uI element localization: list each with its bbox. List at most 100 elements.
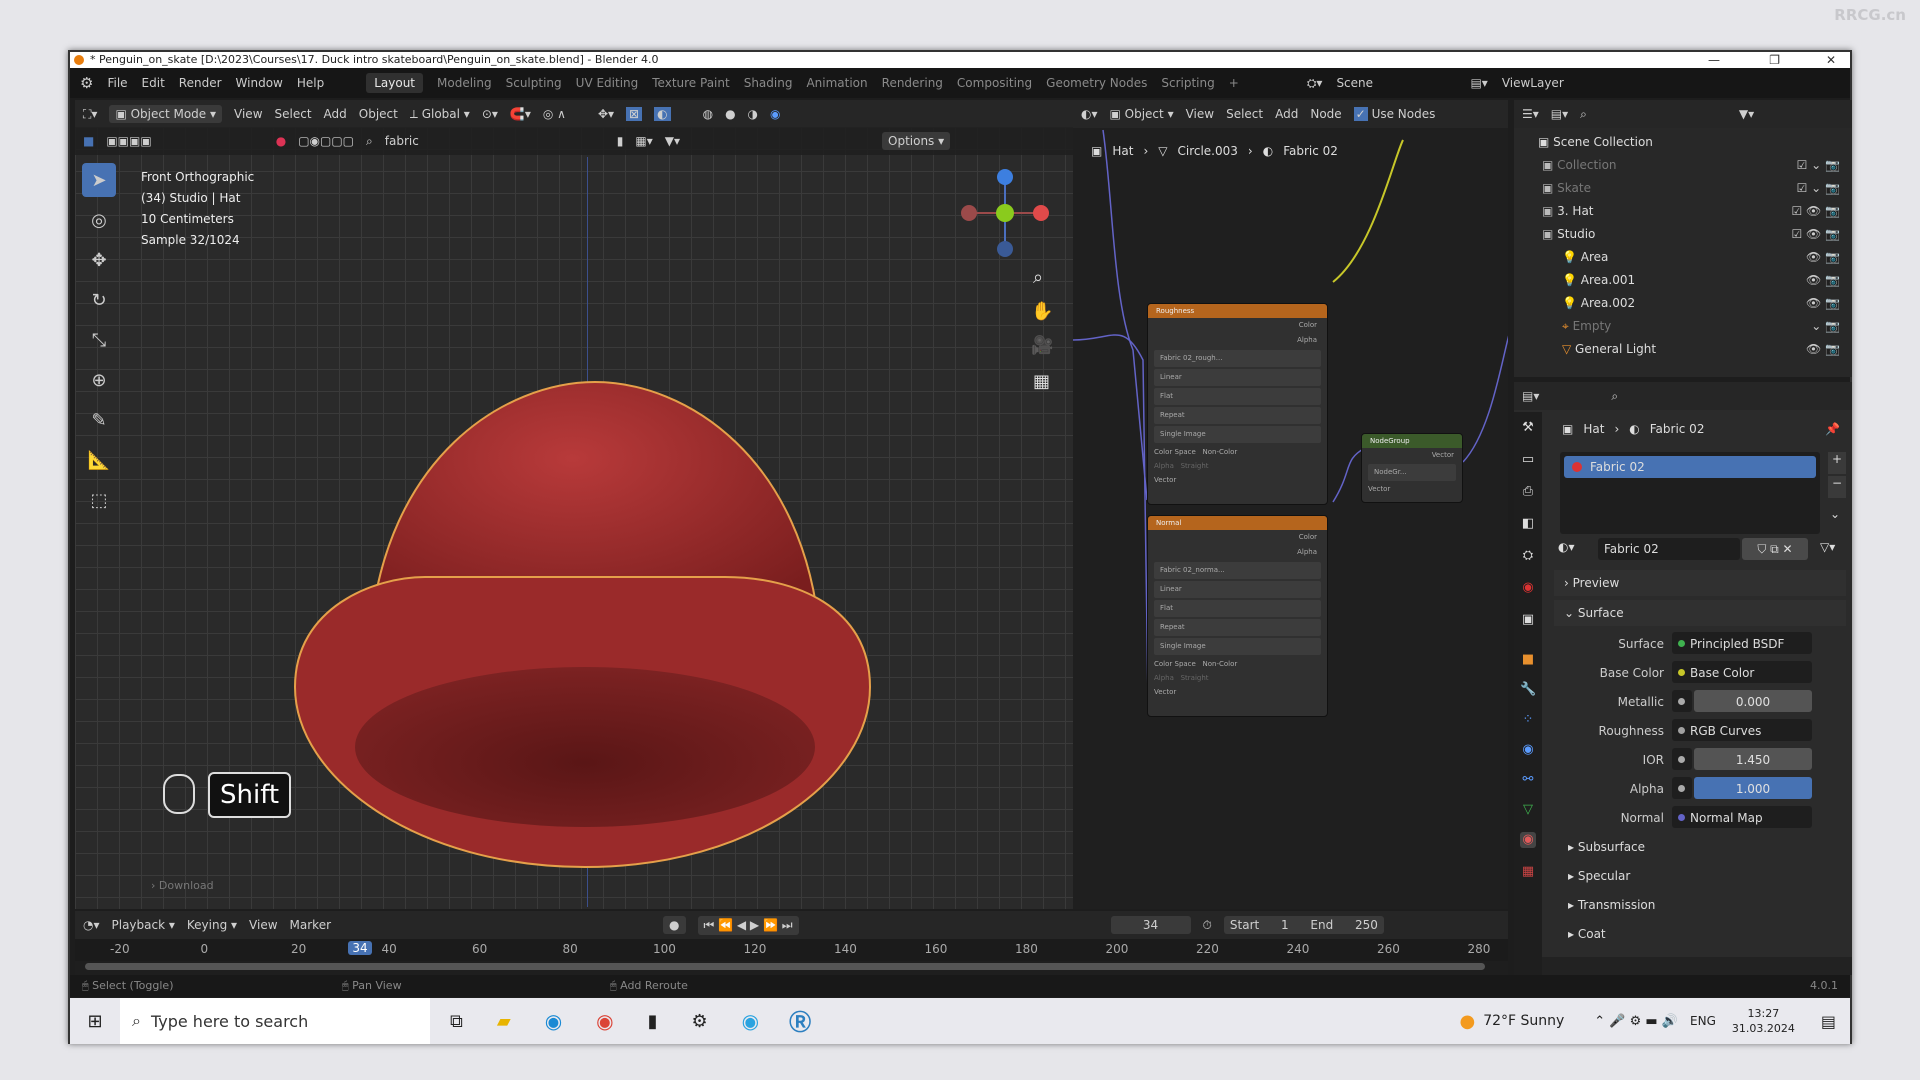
display-mode-icon[interactable]: ▤▾ — [1551, 107, 1568, 121]
output-color[interactable]: Color — [1148, 318, 1317, 333]
timeline-type-icon[interactable]: ◔▾ — [83, 918, 100, 932]
view-layer-icon[interactable]: ▤▾ — [1470, 76, 1487, 90]
property-number-field[interactable]: 1.450 — [1694, 748, 1812, 770]
visibility-toggles[interactable]: ☑ 👁 📷 — [1791, 200, 1840, 223]
outliner-item[interactable]: ⌖ Empty ⌄ 📷 — [1514, 315, 1852, 338]
view-layer-selector[interactable]: ViewLayer — [1502, 76, 1564, 90]
material-actions[interactable]: ⛉ ⧉ ✕ — [1742, 538, 1808, 560]
menu-window[interactable]: Window — [236, 76, 283, 90]
data-tab-icon[interactable]: ▽ — [1520, 802, 1536, 818]
menu-render[interactable]: Render — [179, 76, 222, 90]
outliner-filter-icon[interactable]: ▼▾ — [1739, 107, 1754, 121]
select-box-icon[interactable]: ■ — [83, 134, 94, 148]
zoom-icon[interactable]: ⌕ — [1033, 267, 1043, 288]
collection-tab-icon[interactable]: ▣ — [1520, 612, 1536, 628]
select-tool-icon[interactable]: ➤ — [82, 163, 116, 197]
annotate-tool-icon[interactable]: ✎ — [82, 403, 116, 437]
outliner-item[interactable]: ▣ Studio ☑ 👁 📷 — [1514, 223, 1852, 246]
blender-menu-icon[interactable]: ⚙ — [80, 74, 93, 92]
scene-selector[interactable]: Scene — [1336, 76, 1456, 90]
tab-rendering[interactable]: Rendering — [882, 76, 943, 90]
tab-animation[interactable]: Animation — [806, 76, 867, 90]
properties-type-icon[interactable]: ▤▾ — [1522, 389, 1539, 403]
keying-menu[interactable]: Keying ▾ — [187, 918, 237, 932]
outliner-search-icon[interactable]: ⌕ — [1580, 107, 1587, 122]
outliner-item[interactable]: ▣ Skate ☑ ⌄ 📷 — [1514, 177, 1852, 200]
material-tab-icon[interactable]: ◉ — [1520, 832, 1536, 848]
file-explorer-icon[interactable]: ▰ — [497, 1011, 511, 1032]
color-space-select[interactable]: Non-Color — [1203, 660, 1238, 668]
output-vector[interactable]: Vector — [1362, 448, 1462, 462]
tab-layout[interactable]: Layout — [366, 73, 424, 93]
clock[interactable]: 13:27 31.03.2024 — [1732, 1006, 1795, 1036]
orientation-selector[interactable]: ⟂ Global ▾ — [410, 107, 470, 122]
playback-menu[interactable]: Playback ▾ — [112, 918, 175, 932]
image-texture-node-roughness[interactable]: Roughness Color Alpha Fabric 02_rough... … — [1147, 303, 1328, 505]
edge-icon[interactable]: ◉ — [545, 1009, 562, 1033]
viewport-menu-object[interactable]: Object — [359, 107, 398, 121]
display-icon[interactable]: ▦▾ — [635, 134, 652, 148]
close-button[interactable]: ✕ — [1826, 52, 1836, 68]
tab-uv-editing[interactable]: UV Editing — [576, 76, 639, 90]
windows-start-icon[interactable]: ⊞ — [70, 1011, 120, 1032]
object-tab-icon[interactable]: ■ — [1520, 652, 1536, 668]
viewport-menu-view[interactable]: View — [234, 107, 262, 121]
interpolation-select[interactable]: Linear — [1154, 369, 1321, 386]
playback-controls[interactable]: ⏮ ⏪ ◀ ▶ ⏩ ⏭ — [697, 915, 799, 935]
subpanel-specular[interactable]: ▸ Specular — [1554, 864, 1844, 888]
add-cube-tool-icon[interactable]: ⬚ — [82, 483, 116, 517]
ortho-grid-icon[interactable]: ▦ — [1033, 371, 1050, 392]
playhead[interactable]: 34 — [348, 941, 372, 955]
tab-modeling[interactable]: Modeling — [437, 76, 492, 90]
tool-tab-icon[interactable]: ⚒ — [1520, 420, 1536, 436]
material-name-field[interactable]: Fabric 02 — [1598, 538, 1740, 560]
shader-node-editor[interactable]: ◐▾ ▣ Object ▾ View Select Add Node ✓ Use… — [1073, 100, 1508, 909]
material-preview-icon[interactable]: ● — [276, 134, 286, 148]
color-space-select[interactable]: Non-Color — [1203, 448, 1238, 456]
maximize-button[interactable]: ❐ — [1769, 52, 1780, 68]
taskbar-search[interactable]: ⌕ Type here to search — [120, 998, 430, 1044]
outliner-root[interactable]: ▣ Scene Collection — [1514, 131, 1852, 154]
filter-icon[interactable]: ▼▾ — [665, 134, 680, 148]
scene-icon[interactable]: ⛭▾ — [1307, 76, 1323, 91]
overlay-icon[interactable]: ⊠ — [626, 107, 643, 121]
visibility-toggles[interactable]: 👁 📷 — [1806, 292, 1840, 315]
output-color[interactable]: Color — [1148, 530, 1317, 545]
outliner-item[interactable]: ▣ 3. Hat ☑ 👁 📷 — [1514, 200, 1852, 223]
transform-tool-icon[interactable]: ⊕ — [82, 363, 116, 397]
slot-specials-icon[interactable]: ⌄ — [1830, 507, 1840, 521]
cursor-tool-icon[interactable]: ◎ — [82, 203, 116, 237]
link-icon[interactable]: ▽▾ — [1820, 540, 1835, 554]
texture-tab-icon[interactable]: ▦ — [1520, 864, 1536, 880]
pivot-icon[interactable]: ⊙▾ — [482, 107, 498, 121]
3d-viewport[interactable]: ■ ▣▣▣▣ ● ▢◉▢▢▢ ⌕ fabric ▮ ▦▾ ▼▾ Options … — [75, 127, 1073, 909]
snap-icon[interactable]: 🧲▾ — [510, 107, 531, 121]
hat-object[interactable] — [285, 377, 885, 877]
material-slot[interactable]: Fabric 02 — [1564, 456, 1816, 478]
interpolation-select[interactable]: Linear — [1154, 581, 1321, 598]
socket-button[interactable] — [1672, 748, 1692, 770]
physics-tab-icon[interactable]: ◉ — [1520, 742, 1536, 758]
outliner-type-icon[interactable]: ☰▾ — [1522, 107, 1539, 121]
material-browse-icon[interactable]: ◐▾ — [1558, 540, 1575, 554]
extension-select[interactable]: Repeat — [1154, 619, 1321, 636]
preview-panel[interactable]: › Preview — [1554, 570, 1846, 596]
visibility-toggles[interactable]: ☑ ⌄ 📷 — [1797, 177, 1840, 200]
outliner-item[interactable]: 💡 Area.002 👁 📷 — [1514, 292, 1852, 315]
marker-menu[interactable]: Marker — [290, 918, 331, 932]
visibility-toggles[interactable]: ☑ 👁 📷 — [1791, 223, 1840, 246]
input-vector[interactable]: Vector — [1148, 473, 1327, 487]
app-icon[interactable]: ▮ — [648, 1011, 658, 1032]
source-select[interactable]: Single Image — [1154, 638, 1321, 655]
gizmo-icon[interactable]: ✥▾ — [598, 107, 614, 121]
tab-geometry-nodes[interactable]: Geometry Nodes — [1046, 76, 1147, 90]
xray-icon[interactable]: ◐ — [654, 107, 671, 121]
wireframe-shading-icon[interactable]: ◍ — [703, 107, 713, 121]
projection-select[interactable]: Flat — [1154, 600, 1321, 617]
image-selector[interactable]: Fabric 02_norma... — [1154, 562, 1321, 579]
start-frame-field[interactable]: 1 — [1281, 918, 1289, 932]
bookmark-icon[interactable]: ▮ — [617, 134, 624, 148]
extension-select[interactable]: Repeat — [1154, 407, 1321, 424]
chrome-icon[interactable]: ◉ — [596, 1009, 613, 1033]
settings-icon[interactable]: ⚙ — [692, 1011, 708, 1032]
